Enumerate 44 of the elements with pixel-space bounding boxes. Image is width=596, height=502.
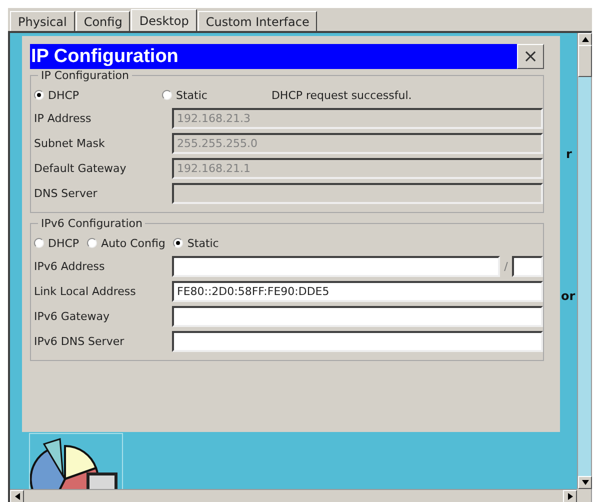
separator: / <box>503 260 509 273</box>
radio-button[interactable] <box>173 238 184 248</box>
window-title: IP Configuration <box>30 44 517 69</box>
left-arrow-icon <box>14 492 20 500</box>
close-button[interactable]: × <box>517 44 544 69</box>
group-legend: IP Configuration <box>38 69 132 82</box>
radio-button[interactable] <box>162 90 172 100</box>
radio-button[interactable] <box>87 238 98 248</box>
input-field[interactable] <box>172 306 543 327</box>
field-label: Subnet Mask <box>34 137 106 150</box>
scroll-right-button[interactable] <box>563 490 577 502</box>
down-arrow-icon <box>582 480 588 485</box>
radio-button[interactable] <box>34 90 44 100</box>
group-legend: IPv6 Configuration <box>38 217 146 230</box>
input-field[interactable] <box>172 256 500 277</box>
scroll-left-button[interactable] <box>10 490 24 502</box>
field-label: Link Local Address <box>34 285 137 298</box>
radio-label: Static <box>187 236 219 250</box>
field-label: IPv6 Address <box>34 260 106 273</box>
scroll-down-button[interactable] <box>578 476 592 489</box>
status-text: DHCP request successful. <box>271 88 412 102</box>
scroll-up-button[interactable] <box>578 33 592 46</box>
radio-label: Auto Config <box>101 236 166 250</box>
tab[interactable]: Config <box>76 11 130 31</box>
tab[interactable]: Physical <box>10 11 75 31</box>
field-label: DNS Server <box>34 187 98 200</box>
prefix-field[interactable] <box>512 256 543 277</box>
right-arrow-icon <box>568 492 572 500</box>
radio-label: DHCP <box>48 236 80 250</box>
desktop-label: or <box>561 289 576 303</box>
field-label: IPv6 Gateway <box>34 310 110 323</box>
radio-label: DHCP <box>48 88 80 102</box>
tab[interactable]: Desktop <box>131 9 197 31</box>
field-label: IP Address <box>34 112 92 125</box>
scroll-thumb[interactable] <box>578 45 592 77</box>
field-label: IPv6 DNS Server <box>34 335 126 348</box>
field-label: Default Gateway <box>34 162 128 175</box>
desktop-label: r <box>566 147 572 161</box>
up-arrow-icon <box>582 37 588 42</box>
radio-button[interactable] <box>34 238 44 248</box>
radio-label: Static <box>176 88 208 102</box>
tab[interactable]: Custom Interface <box>198 11 318 31</box>
input-field[interactable]: FE80::2D0:58FF:FE90:DDE5 <box>172 281 543 302</box>
input-field[interactable] <box>172 331 543 352</box>
